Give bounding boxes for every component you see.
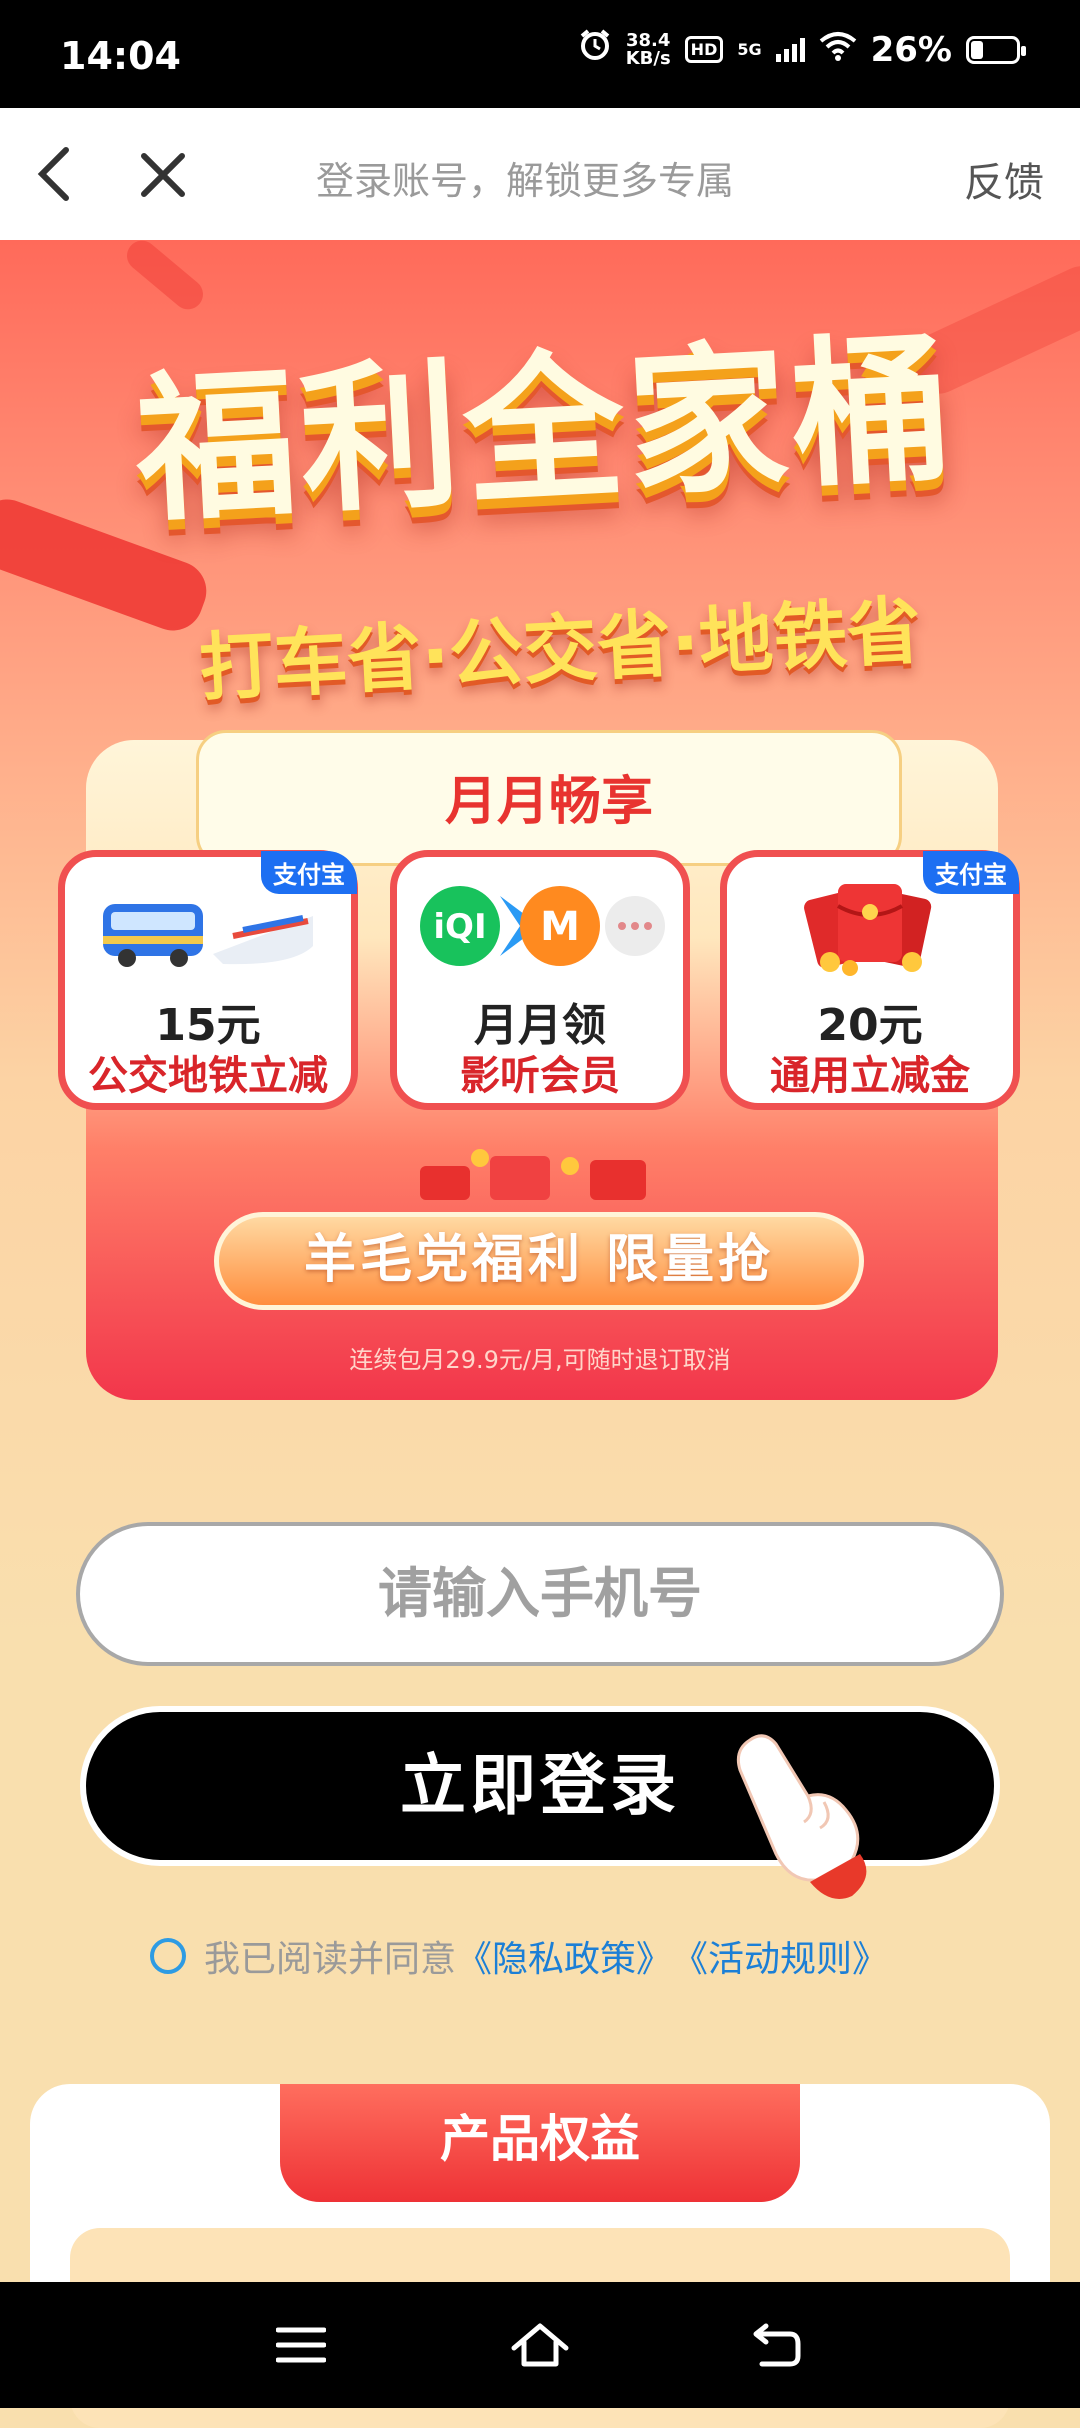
status-time: 14:04 — [60, 34, 181, 78]
phone-input[interactable]: 请输入手机号 — [76, 1522, 1004, 1666]
status-icons: 38.4 KB/s HD 5G 26% — [578, 28, 1026, 71]
benefits-header: 月月畅享 — [444, 772, 653, 832]
feedback-button[interactable]: 反馈 — [964, 150, 1044, 208]
wifi-icon — [819, 30, 857, 70]
agree-checkbox[interactable] — [150, 1938, 186, 1974]
network-type: 5G — [737, 39, 762, 59]
net-speed: 38.4 KB/s — [625, 29, 671, 69]
benefit-tile-membership[interactable]: iQI M 月月领 影听会员 — [390, 850, 690, 1110]
grab-offer-button[interactable]: 羊毛党福利 限量抢 — [214, 1212, 864, 1310]
benefit-desc: 公交地铁立减 — [88, 1053, 328, 1099]
net-speed-unit: KB/s — [625, 47, 671, 69]
gift-decoration — [400, 1146, 680, 1206]
red-envelope-icon — [727, 871, 1013, 981]
activity-rules-link[interactable]: 《活动规则》 — [672, 1930, 888, 1982]
media-apps-icon: iQI M — [397, 871, 683, 981]
battery-icon — [966, 35, 1026, 64]
back-arrow-icon[interactable] — [34, 146, 74, 206]
agreement-text: 我已阅读并同意 — [204, 1939, 457, 1980]
alarm-icon — [578, 28, 612, 71]
ribbon-decoration — [120, 240, 210, 316]
system-nav-bar — [0, 2282, 1080, 2408]
hero-title: 福利全家桶 — [131, 314, 961, 545]
menu-icon[interactable] — [275, 2320, 327, 2374]
net-speed-value: 38.4 — [625, 29, 671, 51]
benefit-desc: 通用立减金 — [770, 1053, 970, 1099]
benefits-header-box: 月月畅享 — [196, 730, 902, 866]
home-icon[interactable] — [510, 2320, 570, 2374]
page-title: 登录账号，解锁更多专属 — [316, 159, 735, 203]
subscription-terms: 连续包月29.9元/月,可随时退订取消 — [349, 1346, 731, 1374]
product-benefits-tab: 产品权益 — [280, 2084, 800, 2202]
benefit-desc: 影听会员 — [460, 1053, 620, 1099]
top-nav-bar: 登录账号，解锁更多专属 反馈 — [0, 108, 1080, 240]
back-icon[interactable] — [752, 2320, 802, 2374]
hd-icon: HD — [684, 36, 724, 63]
hero-subtitle: 打车省·公交省·地铁省 — [197, 588, 924, 712]
benefit-tile-voucher[interactable]: 支付宝 20元 通用立减金 — [720, 850, 1020, 1110]
pointing-hand-icon — [720, 1730, 880, 1904]
status-bar: 14:04 38.4 KB/s HD 5G 26% — [0, 0, 1080, 108]
agreement-row: 我已阅读并同意 《隐私政策》 《活动规则》 — [150, 1930, 888, 1982]
privacy-policy-link[interactable]: 《隐私政策》 — [456, 1930, 672, 1982]
benefit-tile-transit[interactable]: 支付宝 15元 公交地铁立减 — [58, 850, 358, 1110]
bus-train-icon — [65, 871, 351, 981]
battery-percent: 26% — [870, 29, 952, 70]
close-icon[interactable] — [140, 152, 186, 202]
svg-text:M: M — [540, 904, 580, 950]
svg-text:iQI: iQI — [433, 907, 486, 947]
signal-icon — [775, 37, 805, 62]
